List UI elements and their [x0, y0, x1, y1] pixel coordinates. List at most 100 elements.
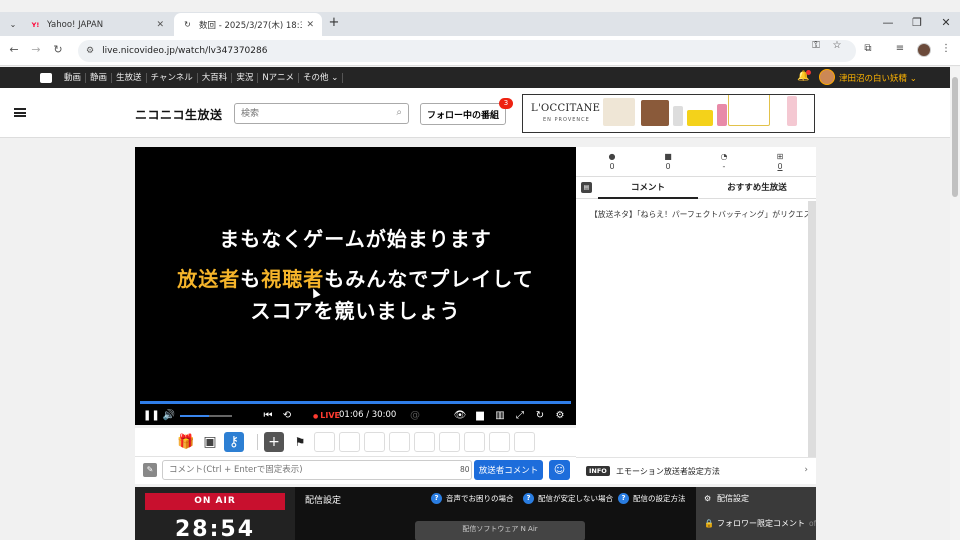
menu-follower-only-comment[interactable]: 🔒フォロワー限定コメント off — [704, 518, 816, 529]
close-icon[interactable]: ✕ — [156, 20, 164, 30]
comment-mode-icon[interactable]: ✎ — [143, 463, 157, 477]
reload-icon[interactable]: ↻ — [50, 43, 66, 59]
minimize-icon[interactable]: — — [880, 16, 896, 32]
nav-nanime[interactable]: Nアニメ — [258, 72, 300, 83]
nav-daihyakka[interactable]: 大百科 — [198, 72, 233, 83]
tab-search-icon[interactable]: ⌄ — [6, 17, 20, 31]
info-bar[interactable]: INFO エモーション放送者設定方法 › — [576, 457, 816, 484]
nav-jikkyo[interactable]: 実況 — [232, 72, 259, 83]
comment-input[interactable] — [162, 460, 472, 480]
at-icon[interactable]: @ — [408, 409, 422, 422]
nav-namahousou[interactable]: 生放送 — [112, 72, 147, 83]
emotion-smiley-icon[interactable]: ☺ — [549, 460, 570, 480]
site-info-icon[interactable]: ⚙ — [86, 46, 94, 56]
empty-slot[interactable] — [364, 432, 385, 452]
empty-slot[interactable] — [414, 432, 435, 452]
help-link-text[interactable]: 音声でお困りの場合 — [446, 493, 514, 504]
maximize-icon[interactable]: ❐ — [909, 16, 925, 32]
add-item-button[interactable]: + — [264, 432, 284, 452]
forward-icon[interactable]: → — [28, 43, 44, 59]
nicolive-logo[interactable]: ニコニコ生放送 — [135, 106, 223, 123]
loading-favicon-icon: ↻ — [184, 20, 191, 29]
chevron-right-icon[interactable]: › — [804, 465, 808, 475]
browser-menu-icon[interactable]: ⋮ — [938, 43, 954, 59]
tab-comment[interactable]: コメント — [598, 177, 698, 199]
hamburger-menu-icon[interactable] — [14, 108, 26, 117]
empty-slot[interactable] — [314, 432, 335, 452]
game-key-icon[interactable]: ⚷ — [224, 432, 244, 452]
empty-slot[interactable] — [464, 432, 485, 452]
tab-yahoo[interactable]: Y! Yahoo! JAPAN ✕ — [22, 13, 172, 36]
comment-scrollbar[interactable] — [808, 201, 816, 457]
bookmark-star-icon[interactable]: ☆ — [829, 40, 845, 56]
help-setup-link[interactable]: ? 配信の設定方法 — [618, 493, 686, 504]
profile-avatar[interactable] — [917, 43, 931, 57]
comment-list-icon[interactable]: ▤ — [581, 182, 592, 193]
tab-title: Yahoo! JAPAN — [47, 19, 104, 30]
flag-icon[interactable]: ⚑ — [290, 432, 310, 452]
volume-icon[interactable]: 🔊 — [162, 409, 176, 422]
video-player[interactable]: まもなくゲームが始まります 放送者も視聴者もみんなでプレイして スコアを競いまし… — [135, 147, 576, 425]
reload-player-icon[interactable]: ↻ — [533, 409, 547, 422]
ad-product-image — [687, 110, 713, 126]
help-icon: ? — [431, 493, 442, 504]
media-control-icon[interactable]: ≡ — [892, 43, 908, 59]
gift-count-stat[interactable]: ⊞ 0 — [770, 152, 790, 171]
rewind-icon[interactable]: ⟲ — [280, 409, 294, 422]
search-box[interactable]: ⌕ — [234, 103, 409, 124]
skip-to-start-icon[interactable]: ⏮ — [261, 409, 275, 422]
window-close-icon[interactable]: ✕ — [938, 16, 954, 32]
nav-other[interactable]: その他 ⌄ — [299, 72, 344, 83]
playback-time: 01:06 / 30:00 — [339, 410, 397, 420]
comment-toggle-icon[interactable]: ▆ — [473, 409, 487, 422]
empty-slot[interactable] — [489, 432, 510, 452]
eye-icon[interactable]: 👁 — [453, 409, 467, 422]
comment-item[interactable]: 【放送ネタ】「ねらえ！パーフェクトバッティング」がリクエスト — [590, 209, 808, 220]
user-avatar[interactable] — [819, 69, 835, 85]
user-name-menu[interactable]: 津田沼の白い妖精 ⌄ — [839, 72, 917, 84]
help-unstable-link[interactable]: ? 配信が安定しない場合 — [523, 493, 613, 504]
stream-software-button[interactable]: 配信ソフトウェア N Air — [415, 521, 585, 540]
toggle-state[interactable]: off — [809, 519, 816, 528]
search-icon[interactable]: ⌕ — [396, 107, 402, 118]
help-audio-link[interactable]: ? 音声でお困りの場合 — [431, 493, 514, 504]
advertisement-banner[interactable]: L'OCCITANE EN PROVENCE — [522, 94, 815, 133]
stat-value[interactable]: 0 — [770, 162, 790, 171]
info-text[interactable]: エモーション放送者設定方法 — [616, 466, 720, 477]
omnibox[interactable]: ⚙ live.nicovideo.jp/watch/lv347370286 — [78, 40, 856, 62]
empty-slot[interactable] — [339, 432, 360, 452]
gift-icon[interactable]: 🎁 — [176, 432, 196, 452]
close-icon[interactable]: ✕ — [306, 20, 314, 30]
help-link-text[interactable]: 配信の設定方法 — [633, 493, 686, 504]
key-icon[interactable]: ⚿ — [808, 40, 824, 56]
fullscreen-icon[interactable]: ⤢ — [513, 409, 527, 422]
search-input[interactable] — [241, 104, 391, 123]
live-indicator[interactable]: LIVE — [313, 409, 340, 423]
niconico-home-icon[interactable] — [40, 72, 52, 83]
empty-slot[interactable] — [439, 432, 460, 452]
theater-mode-icon[interactable]: ▥ — [493, 409, 507, 422]
box-icon[interactable]: ▣ — [200, 432, 220, 452]
new-tab-button[interactable]: + — [326, 15, 342, 33]
broadcaster-comment-button[interactable]: 放送者コメント — [474, 460, 543, 480]
settings-gear-icon[interactable]: ⚙ — [553, 409, 567, 422]
pause-icon[interactable]: ❚❚ — [143, 409, 160, 422]
empty-slot[interactable] — [389, 432, 410, 452]
volume-slider[interactable] — [180, 415, 232, 417]
nav-seiga[interactable]: 静画 — [86, 72, 113, 83]
extensions-icon[interactable]: ⧉ — [860, 43, 876, 59]
menu-stream-settings[interactable]: ⚙ 配信設定 — [704, 493, 749, 504]
following-programs-button[interactable]: フォロー中の番組 — [420, 103, 506, 125]
tab-nicolive[interactable]: ↻ 数回 - 2025/3/27(木) 18:38開始 ✕ — [174, 13, 322, 36]
scrollbar-thumb[interactable] — [952, 77, 958, 197]
seek-bar[interactable] — [140, 401, 571, 404]
page-scrollbar[interactable] — [950, 67, 960, 540]
url-text[interactable]: live.nicovideo.jp/watch/lv347370286 — [102, 46, 267, 56]
help-link-text[interactable]: 配信が安定しない場合 — [538, 493, 613, 504]
back-icon[interactable]: ← — [6, 43, 22, 59]
nav-douga[interactable]: 動画 — [60, 72, 87, 83]
tab-recommend[interactable]: おすすめ生放送 — [698, 177, 816, 199]
notification-bell-icon[interactable]: 🔔 — [797, 70, 811, 84]
nav-channel[interactable]: チャンネル — [147, 72, 198, 83]
empty-slot[interactable] — [514, 432, 535, 452]
